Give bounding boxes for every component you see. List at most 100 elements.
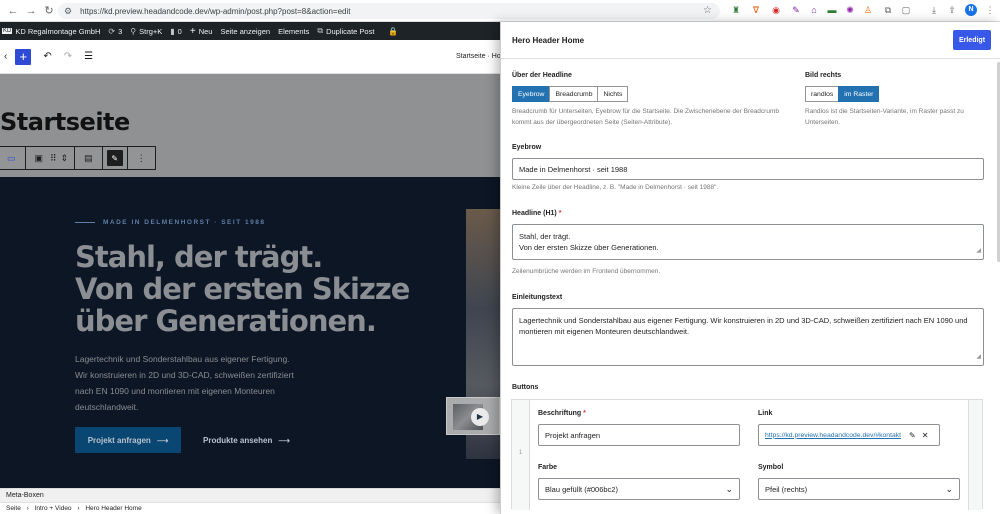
link-field[interactable]: https://kd.preview.headandcode.dev/#kont… bbox=[758, 424, 940, 446]
block-align-group: ▤ bbox=[74, 146, 103, 170]
command-palette-link[interactable]: ⚲ Strg+K bbox=[130, 27, 162, 36]
hero-headline: Stahl, der trägt. Von der ersten Skizze … bbox=[75, 240, 410, 338]
breadcrumb-item[interactable]: Intro + Video bbox=[35, 505, 72, 512]
block-move-group: ▣ ⠿ ⇕ bbox=[24, 146, 76, 170]
download-icon[interactable]: ⤓ bbox=[928, 4, 940, 16]
chevron-down-icon: ⌄ bbox=[945, 484, 953, 494]
updates-icon: ⟳ bbox=[108, 26, 116, 36]
split-view-icon[interactable]: ▢ bbox=[900, 4, 912, 16]
address-bar[interactable]: ⚙ https://kd.preview.headandcode.dev/wp-… bbox=[58, 3, 720, 19]
option-randlos[interactable]: randlos bbox=[805, 86, 840, 102]
new-content-link[interactable]: + Neu bbox=[190, 26, 213, 37]
edit-pencil-icon[interactable]: ✎ bbox=[909, 430, 916, 441]
hero-cta-primary[interactable]: Projekt anfragen ⟶ bbox=[75, 427, 181, 453]
hero-cta-secondary[interactable]: Produkte ansehen ⟶ bbox=[203, 427, 290, 453]
meta-boxes-bar[interactable]: Meta-Boxen bbox=[0, 488, 500, 502]
above-headline-toggle: Eyebrow Breadcrumb Nichts bbox=[512, 86, 629, 102]
extension-icon-5[interactable]: ⌂ bbox=[808, 4, 820, 16]
forward-icon[interactable]: → bbox=[22, 2, 40, 20]
site-info-icon[interactable]: ⚙ bbox=[64, 6, 72, 17]
extensions-puzzle-icon[interactable]: ⧉ bbox=[882, 4, 894, 16]
elements-link[interactable]: Elements bbox=[278, 27, 309, 36]
option-nichts[interactable]: Nichts bbox=[597, 86, 629, 102]
eyebrow-input[interactable]: Made in Delmenhorst · seit 1988 bbox=[512, 158, 984, 180]
back-icon[interactable]: ← bbox=[4, 2, 22, 20]
required-marker: * bbox=[583, 410, 586, 417]
list-view-icon[interactable]: ☰ bbox=[84, 51, 93, 62]
buttons-label: Buttons bbox=[512, 384, 539, 391]
site-name-link[interactable]: KD KD Regalmontage GmbH bbox=[2, 27, 100, 36]
chevron-down-icon: ⌄ bbox=[725, 484, 733, 494]
align-icon[interactable]: ▤ bbox=[84, 153, 93, 164]
comment-icon: ▮ bbox=[170, 26, 175, 36]
extension-icon-1[interactable]: ♜ bbox=[730, 4, 742, 16]
option-eyebrow[interactable]: Eyebrow bbox=[512, 86, 551, 102]
block-type-group: ▭ bbox=[0, 146, 26, 170]
undo-icon[interactable]: ↶ bbox=[43, 51, 51, 62]
eyebrow-line bbox=[75, 222, 95, 223]
option-breadcrumb[interactable]: Breadcrumb bbox=[549, 86, 599, 102]
redo-icon[interactable]: ↷ bbox=[64, 51, 72, 62]
edit-pencil-icon[interactable]: ✎ bbox=[106, 150, 123, 166]
duplicate-post-link[interactable]: ⧉ Duplicate Post bbox=[317, 26, 374, 36]
headline-label: Headline (H1) * bbox=[512, 210, 562, 217]
resize-handle-icon[interactable]: ◢ bbox=[976, 352, 981, 363]
block-inserter-button[interactable]: + bbox=[15, 48, 32, 65]
breadcrumb-item[interactable]: Hero Header Home bbox=[85, 505, 141, 512]
extension-icon-3[interactable]: ◉ bbox=[770, 4, 782, 16]
intro-textarea[interactable]: Lagertechnik und Sonderstahlbau aus eige… bbox=[512, 308, 984, 366]
profile-avatar[interactable]: N bbox=[965, 4, 977, 16]
caption-input[interactable]: Projekt anfragen bbox=[538, 424, 740, 446]
move-updown-icon[interactable]: ⇕ bbox=[61, 153, 69, 164]
chevron-right-icon: › bbox=[26, 505, 29, 512]
repeater-row-handle[interactable]: 1 bbox=[512, 400, 530, 510]
search-icon: ⚲ bbox=[130, 26, 137, 36]
hero-block-preview[interactable]: MADE IN DELMENHORST · SEIT 1988 Stahl, d… bbox=[0, 177, 500, 488]
image-icon[interactable]: ▣ bbox=[35, 153, 44, 164]
document-bar-title[interactable]: Startseite · Ho bbox=[456, 53, 501, 60]
above-headline-help: Breadcrumb für Unterseiten, Eyebrow für … bbox=[512, 108, 779, 126]
video-thumbnail[interactable]: ▶ bbox=[446, 397, 500, 435]
reload-icon[interactable]: ↻ bbox=[40, 2, 58, 20]
lock-link[interactable]: 🔒 bbox=[382, 27, 401, 36]
color-select[interactable]: Blau gefüllt (#006bc2) ⌄ bbox=[538, 478, 740, 500]
play-icon[interactable]: ▶ bbox=[471, 408, 489, 426]
color-label: Farbe bbox=[538, 464, 558, 471]
image-right-label: Bild rechts bbox=[805, 72, 842, 79]
block-breadcrumb: Seite › Intro + Video › Hero Header Home bbox=[0, 502, 500, 514]
extension-icon-7[interactable]: ✺ bbox=[844, 4, 856, 16]
symbol-select[interactable]: Pfeil (rechts) ⌄ bbox=[758, 478, 960, 500]
eyebrow-help: Kleine Zeile über der Headline, z. B. "M… bbox=[512, 184, 719, 191]
buttons-repeater: 1 Beschriftung * Projekt anfragen Link h… bbox=[511, 399, 983, 510]
headline-textarea[interactable]: Stahl, der trägt. Von der ersten Skizze … bbox=[512, 224, 984, 260]
caption-label: Beschriftung * bbox=[538, 410, 586, 417]
extension-icon-8[interactable]: ♙ bbox=[862, 4, 874, 16]
done-button[interactable]: Erledigt bbox=[953, 30, 991, 50]
page-title[interactable]: Startseite bbox=[0, 108, 130, 136]
share-icon[interactable]: ⇧ bbox=[946, 4, 958, 16]
hero-intro: Lagertechnik und Sonderstahlbau aus eige… bbox=[75, 354, 294, 412]
link-url[interactable]: https://kd.preview.headandcode.dev/#kont… bbox=[765, 430, 905, 441]
block-type-icon[interactable]: ▭ bbox=[7, 153, 16, 164]
block-toolbar: ▭ ▣ ⠿ ⇕ ▤ ✎ ⋮ bbox=[0, 146, 156, 170]
updates-link[interactable]: ⟳ 3 bbox=[108, 27, 122, 36]
browser-menu-icon[interactable]: ⋮ bbox=[984, 4, 996, 16]
resize-handle-icon[interactable]: ◢ bbox=[976, 246, 981, 257]
chevron-right-icon: › bbox=[77, 505, 80, 512]
editor-toolbar: ‹ + ↶ ↷ ☰ Startseite · Ho bbox=[0, 40, 501, 74]
comments-link[interactable]: ▮ 0 bbox=[170, 27, 182, 36]
above-headline-label: Über der Headline bbox=[512, 72, 572, 79]
chevron-left-icon[interactable]: ‹ bbox=[4, 51, 7, 62]
extension-icon-4[interactable]: ✎ bbox=[790, 4, 802, 16]
view-page-link[interactable]: Seite anzeigen bbox=[220, 27, 270, 36]
close-icon[interactable]: ✕ bbox=[922, 430, 929, 441]
extension-icon-2[interactable]: ᐁ bbox=[750, 4, 762, 16]
image-right-help: Randlos ist die Startseiten-Variante, im… bbox=[805, 108, 964, 126]
option-im-raster[interactable]: im Raster bbox=[838, 86, 880, 102]
repeater-row-actions[interactable] bbox=[968, 400, 982, 510]
extension-icon-6[interactable]: ▬ bbox=[826, 4, 838, 16]
breadcrumb-item[interactable]: Seite bbox=[6, 505, 21, 512]
drag-handle-icon[interactable]: ⠿ bbox=[50, 153, 57, 164]
more-options-icon[interactable]: ⋮ bbox=[137, 153, 146, 164]
bookmark-star-icon[interactable]: ☆ bbox=[703, 5, 712, 16]
